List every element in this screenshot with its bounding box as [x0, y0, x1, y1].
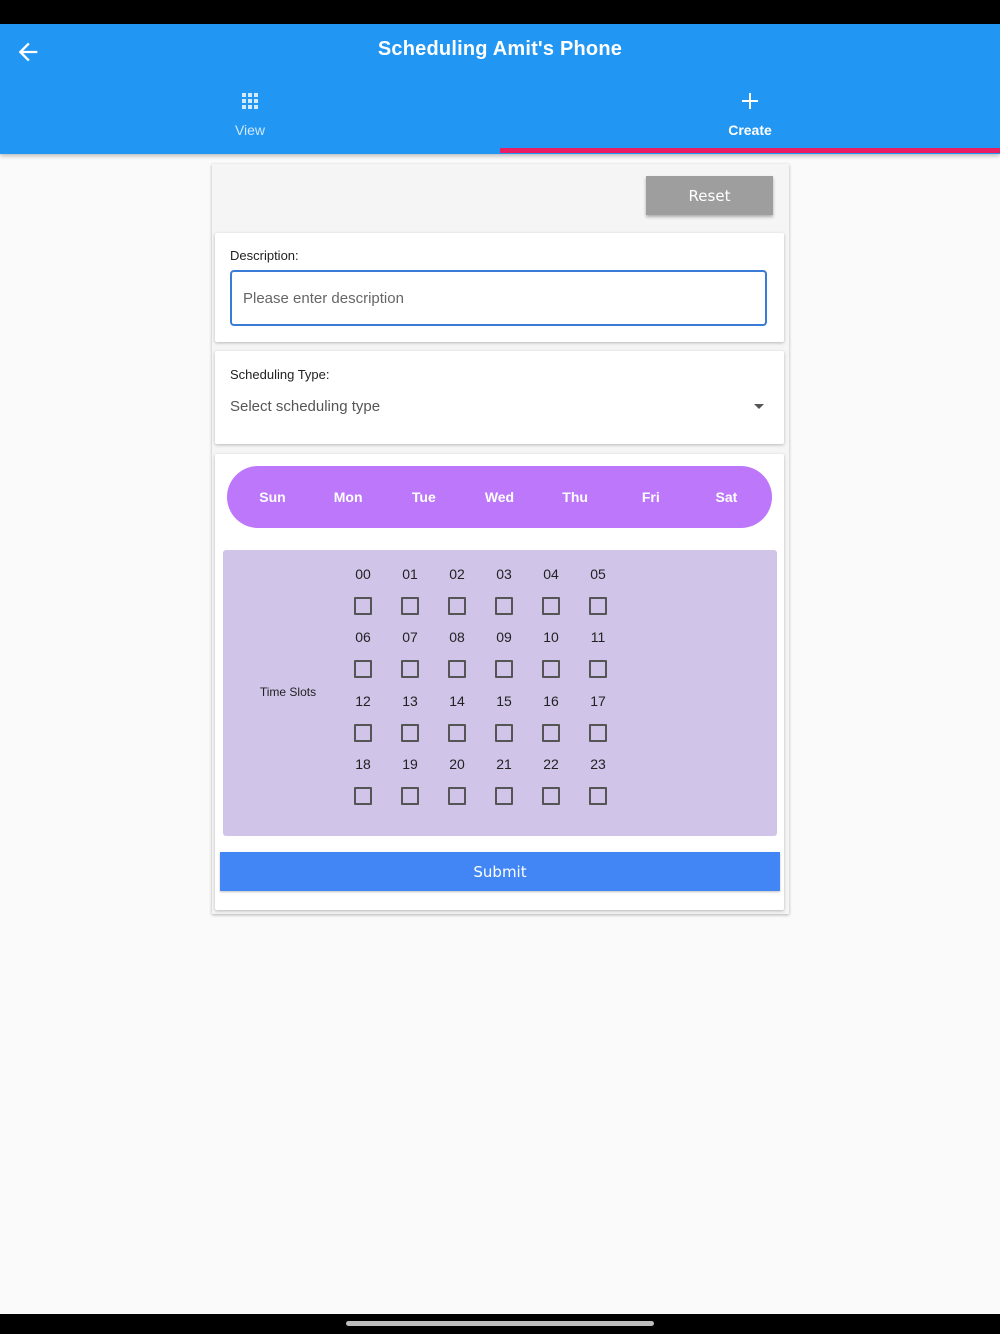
time-slot-04: 04: [531, 550, 571, 620]
time-slot-06: 06: [343, 613, 383, 683]
day-sat[interactable]: Sat: [695, 489, 758, 505]
time-slot-checkbox[interactable]: [542, 787, 560, 805]
time-slot-05: 05: [578, 550, 618, 620]
tab-create-label: Create: [728, 122, 772, 138]
scheduling-type-label: Scheduling Type:: [230, 367, 330, 382]
time-slot-01: 01: [390, 550, 430, 620]
scheduling-type-card: Scheduling Type: Select scheduling type: [215, 351, 784, 444]
grid-icon: [242, 93, 258, 109]
time-slots-panel: Time Slots 00 01 02 03 04 05 06 07 08 09 10 11 12 13 1…: [223, 550, 777, 836]
day-fri[interactable]: Fri: [619, 489, 682, 505]
time-slot-checkbox[interactable]: [354, 660, 372, 678]
tab-view-label: View: [234, 122, 266, 138]
time-slot-number: 00: [355, 566, 371, 582]
time-slot-checkbox[interactable]: [354, 787, 372, 805]
time-slot-number: 03: [496, 566, 512, 582]
page-title: Scheduling Amit's Phone: [377, 38, 623, 60]
time-slot-number: 08: [449, 629, 465, 645]
status-bar: [0, 0, 1000, 24]
day-selector: Sun Mon Tue Wed Thu Fri Sat: [227, 466, 772, 528]
time-slot-number: 06: [355, 629, 371, 645]
time-slot-18: 18: [343, 740, 383, 810]
time-slot-21: 21: [484, 740, 524, 810]
day-thu[interactable]: Thu: [544, 489, 607, 505]
tab-indicator: [500, 148, 1000, 153]
time-slot-19: 19: [390, 740, 430, 810]
time-slot-number: 14: [449, 693, 465, 709]
time-slot-07: 07: [390, 613, 430, 683]
time-slot-number: 04: [543, 566, 559, 582]
time-slot-checkbox[interactable]: [589, 787, 607, 805]
time-slot-number: 16: [543, 693, 559, 709]
time-slot-number: 07: [402, 629, 418, 645]
time-slot-03: 03: [484, 550, 524, 620]
time-slot-number: 05: [590, 566, 606, 582]
time-slot-23: 23: [578, 740, 618, 810]
home-indicator: [346, 1321, 654, 1326]
time-slot-15: 15: [484, 677, 524, 747]
time-slot-checkbox[interactable]: [401, 660, 419, 678]
time-slot-20: 20: [437, 740, 477, 810]
time-slot-number: 23: [590, 756, 606, 772]
description-card: Description:: [215, 233, 784, 342]
plus-icon: [742, 93, 758, 109]
time-slot-13: 13: [390, 677, 430, 747]
time-slot-16: 16: [531, 677, 571, 747]
time-slot-number: 15: [496, 693, 512, 709]
description-label: Description:: [230, 248, 299, 263]
time-slot-number: 18: [355, 756, 371, 772]
day-tue[interactable]: Tue: [392, 489, 455, 505]
time-slot-checkbox[interactable]: [448, 660, 466, 678]
time-slot-00: 00: [343, 550, 383, 620]
day-wed[interactable]: Wed: [468, 489, 531, 505]
time-slot-number: 09: [496, 629, 512, 645]
time-slot-number: 17: [590, 693, 606, 709]
time-slot-22: 22: [531, 740, 571, 810]
time-slot-checkbox[interactable]: [401, 787, 419, 805]
time-slot-checkbox[interactable]: [542, 660, 560, 678]
time-slot-17: 17: [578, 677, 618, 747]
time-slot-10: 10: [531, 613, 571, 683]
description-input[interactable]: [230, 270, 767, 326]
day-mon[interactable]: Mon: [317, 489, 380, 505]
schedule-card: Sun Mon Tue Wed Thu Fri Sat Time Slots 0…: [215, 454, 784, 910]
app-bar: Scheduling Amit's Phone View Create: [0, 24, 1000, 154]
time-slot-checkbox[interactable]: [448, 787, 466, 805]
time-slot-11: 11: [578, 613, 618, 683]
time-slot-14: 14: [437, 677, 477, 747]
time-slot-number: 22: [543, 756, 559, 772]
time-slots-label: Time Slots: [259, 685, 317, 699]
time-slot-checkbox[interactable]: [589, 660, 607, 678]
time-slot-number: 12: [355, 693, 371, 709]
time-slot-number: 21: [496, 756, 512, 772]
submit-button[interactable]: Submit: [220, 852, 780, 891]
time-slot-09: 09: [484, 613, 524, 683]
time-slot-02: 02: [437, 550, 477, 620]
time-slot-number: 11: [590, 629, 606, 645]
time-slot-number: 13: [402, 693, 418, 709]
create-schedule-panel: Reset Description: Scheduling Type: Sele…: [212, 164, 789, 914]
time-slot-12: 12: [343, 677, 383, 747]
tab-create[interactable]: Create: [500, 86, 1000, 148]
time-slot-number: 02: [449, 566, 465, 582]
scheduling-type-placeholder: Select scheduling type: [230, 398, 381, 415]
time-slot-08: 08: [437, 613, 477, 683]
day-sun[interactable]: Sun: [241, 489, 304, 505]
dropdown-arrow-icon: [754, 404, 764, 409]
tab-view[interactable]: View: [0, 86, 500, 148]
time-slot-number: 10: [543, 629, 559, 645]
time-slot-checkbox[interactable]: [495, 787, 513, 805]
time-slot-number: 19: [402, 756, 418, 772]
time-slot-number: 01: [402, 566, 418, 582]
time-slot-number: 20: [449, 756, 465, 772]
scheduling-type-select[interactable]: Select scheduling type: [230, 388, 770, 424]
time-slot-checkbox[interactable]: [495, 660, 513, 678]
reset-button[interactable]: Reset: [646, 176, 773, 215]
